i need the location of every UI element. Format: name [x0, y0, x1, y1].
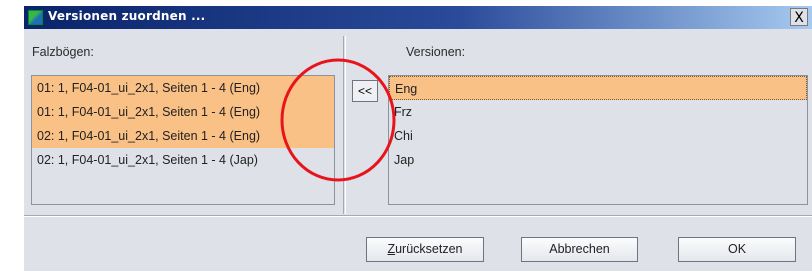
list-item[interactable]: 01: 1, F04-01_ui_2x1, Seiten 1 - 4 (Eng)	[32, 76, 334, 100]
assign-version-button[interactable]: <<	[352, 80, 378, 102]
app-icon	[28, 10, 43, 25]
button-separator	[24, 215, 812, 217]
reset-label: urücksetzen	[395, 242, 463, 256]
list-item[interactable]: 01: 1, F04-01_ui_2x1, Seiten 1 - 4 (Eng)	[32, 100, 334, 124]
close-icon: X	[794, 10, 804, 26]
reset-mnemonic: Z	[387, 242, 396, 256]
versionen-label: Versionen:	[406, 45, 466, 59]
reset-button[interactable]: Zurücksetzen	[366, 237, 484, 262]
cancel-button[interactable]: Abbrechen	[521, 237, 638, 262]
list-item[interactable]: 02: 1, F04-01_ui_2x1, Seiten 1 - 4 (Eng)	[32, 124, 334, 148]
list-item[interactable]: Jap	[389, 148, 807, 172]
falzboegen-label: Falzbögen:	[32, 45, 94, 59]
window-title: Versionen zuordnen ...	[48, 9, 206, 23]
falzboegen-list[interactable]: 01: 1, F04-01_ui_2x1, Seiten 1 - 4 (Eng)…	[31, 75, 335, 205]
list-item[interactable]: Frz	[389, 100, 807, 124]
versionen-list[interactable]: Eng Frz Chi Jap	[388, 75, 808, 205]
ok-button[interactable]: OK	[678, 237, 796, 262]
list-item[interactable]: 02: 1, F04-01_ui_2x1, Seiten 1 - 4 (Jap)	[32, 148, 334, 172]
panel-divider	[343, 36, 346, 214]
close-button[interactable]: X	[790, 8, 808, 26]
dialog-window: Versionen zuordnen ... X Falzbögen: 01: …	[24, 6, 812, 271]
title-bar[interactable]: Versionen zuordnen ... X	[24, 6, 812, 29]
list-item[interactable]: Chi	[389, 124, 807, 148]
list-item[interactable]: Eng	[389, 76, 807, 100]
